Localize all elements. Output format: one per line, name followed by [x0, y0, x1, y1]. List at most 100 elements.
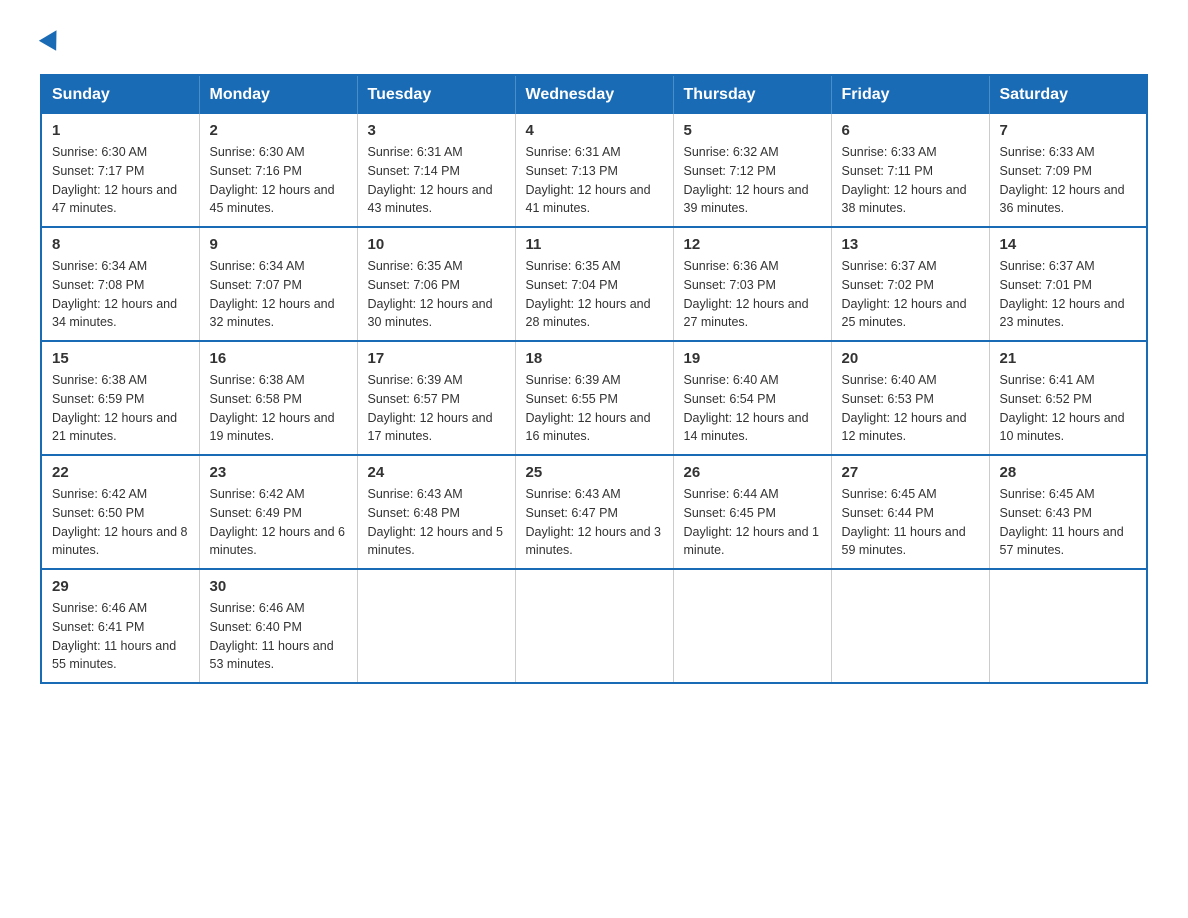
- header-day-sunday: Sunday: [41, 75, 199, 114]
- calendar-day-cell: [831, 569, 989, 683]
- day-number: 12: [684, 236, 821, 253]
- calendar-day-cell: 3 Sunrise: 6:31 AMSunset: 7:14 PMDayligh…: [357, 114, 515, 227]
- day-info: Sunrise: 6:33 AMSunset: 7:11 PMDaylight:…: [842, 145, 967, 215]
- day-number: 7: [1000, 122, 1137, 139]
- calendar-day-cell: [515, 569, 673, 683]
- calendar-day-cell: 22 Sunrise: 6:42 AMSunset: 6:50 PMDaylig…: [41, 455, 199, 569]
- calendar-day-cell: 30 Sunrise: 6:46 AMSunset: 6:40 PMDaylig…: [199, 569, 357, 683]
- day-number: 28: [1000, 464, 1137, 481]
- day-info: Sunrise: 6:38 AMSunset: 6:58 PMDaylight:…: [210, 373, 335, 443]
- day-info: Sunrise: 6:43 AMSunset: 6:48 PMDaylight:…: [368, 487, 504, 557]
- day-info: Sunrise: 6:34 AMSunset: 7:08 PMDaylight:…: [52, 259, 177, 329]
- header-day-saturday: Saturday: [989, 75, 1147, 114]
- day-info: Sunrise: 6:43 AMSunset: 6:47 PMDaylight:…: [526, 487, 662, 557]
- day-number: 16: [210, 350, 347, 367]
- day-number: 5: [684, 122, 821, 139]
- day-info: Sunrise: 6:42 AMSunset: 6:50 PMDaylight:…: [52, 487, 188, 557]
- calendar-day-cell: 27 Sunrise: 6:45 AMSunset: 6:44 PMDaylig…: [831, 455, 989, 569]
- day-info: Sunrise: 6:45 AMSunset: 6:43 PMDaylight:…: [1000, 487, 1124, 557]
- calendar-day-cell: 2 Sunrise: 6:30 AMSunset: 7:16 PMDayligh…: [199, 114, 357, 227]
- calendar-day-cell: 14 Sunrise: 6:37 AMSunset: 7:01 PMDaylig…: [989, 227, 1147, 341]
- day-info: Sunrise: 6:46 AMSunset: 6:41 PMDaylight:…: [52, 601, 176, 671]
- calendar-body: 1 Sunrise: 6:30 AMSunset: 7:17 PMDayligh…: [41, 114, 1147, 683]
- calendar-day-cell: 9 Sunrise: 6:34 AMSunset: 7:07 PMDayligh…: [199, 227, 357, 341]
- day-info: Sunrise: 6:44 AMSunset: 6:45 PMDaylight:…: [684, 487, 820, 557]
- day-number: 29: [52, 578, 189, 595]
- calendar-day-cell: 16 Sunrise: 6:38 AMSunset: 6:58 PMDaylig…: [199, 341, 357, 455]
- calendar-day-cell: 26 Sunrise: 6:44 AMSunset: 6:45 PMDaylig…: [673, 455, 831, 569]
- day-number: 4: [526, 122, 663, 139]
- day-info: Sunrise: 6:40 AMSunset: 6:54 PMDaylight:…: [684, 373, 809, 443]
- day-info: Sunrise: 6:31 AMSunset: 7:13 PMDaylight:…: [526, 145, 651, 215]
- day-number: 17: [368, 350, 505, 367]
- day-number: 10: [368, 236, 505, 253]
- calendar-day-cell: 1 Sunrise: 6:30 AMSunset: 7:17 PMDayligh…: [41, 114, 199, 227]
- day-number: 24: [368, 464, 505, 481]
- day-number: 6: [842, 122, 979, 139]
- calendar-day-cell: 15 Sunrise: 6:38 AMSunset: 6:59 PMDaylig…: [41, 341, 199, 455]
- calendar-week-row: 22 Sunrise: 6:42 AMSunset: 6:50 PMDaylig…: [41, 455, 1147, 569]
- day-info: Sunrise: 6:30 AMSunset: 7:17 PMDaylight:…: [52, 145, 177, 215]
- calendar-day-cell: 20 Sunrise: 6:40 AMSunset: 6:53 PMDaylig…: [831, 341, 989, 455]
- calendar-day-cell: 18 Sunrise: 6:39 AMSunset: 6:55 PMDaylig…: [515, 341, 673, 455]
- calendar-day-cell: 11 Sunrise: 6:35 AMSunset: 7:04 PMDaylig…: [515, 227, 673, 341]
- calendar-day-cell: 25 Sunrise: 6:43 AMSunset: 6:47 PMDaylig…: [515, 455, 673, 569]
- day-number: 3: [368, 122, 505, 139]
- calendar-day-cell: 8 Sunrise: 6:34 AMSunset: 7:08 PMDayligh…: [41, 227, 199, 341]
- calendar-day-cell: 7 Sunrise: 6:33 AMSunset: 7:09 PMDayligh…: [989, 114, 1147, 227]
- calendar-table: SundayMondayTuesdayWednesdayThursdayFrid…: [40, 74, 1148, 684]
- day-number: 14: [1000, 236, 1137, 253]
- day-info: Sunrise: 6:39 AMSunset: 6:55 PMDaylight:…: [526, 373, 651, 443]
- calendar-header: SundayMondayTuesdayWednesdayThursdayFrid…: [41, 75, 1147, 114]
- day-number: 11: [526, 236, 663, 253]
- day-number: 2: [210, 122, 347, 139]
- calendar-week-row: 29 Sunrise: 6:46 AMSunset: 6:41 PMDaylig…: [41, 569, 1147, 683]
- calendar-day-cell: 5 Sunrise: 6:32 AMSunset: 7:12 PMDayligh…: [673, 114, 831, 227]
- header-day-thursday: Thursday: [673, 75, 831, 114]
- calendar-day-cell: 28 Sunrise: 6:45 AMSunset: 6:43 PMDaylig…: [989, 455, 1147, 569]
- day-info: Sunrise: 6:42 AMSunset: 6:49 PMDaylight:…: [210, 487, 346, 557]
- calendar-day-cell: [673, 569, 831, 683]
- calendar-day-cell: [989, 569, 1147, 683]
- day-info: Sunrise: 6:30 AMSunset: 7:16 PMDaylight:…: [210, 145, 335, 215]
- day-number: 1: [52, 122, 189, 139]
- day-info: Sunrise: 6:35 AMSunset: 7:04 PMDaylight:…: [526, 259, 651, 329]
- calendar-day-cell: 10 Sunrise: 6:35 AMSunset: 7:06 PMDaylig…: [357, 227, 515, 341]
- day-info: Sunrise: 6:40 AMSunset: 6:53 PMDaylight:…: [842, 373, 967, 443]
- day-info: Sunrise: 6:32 AMSunset: 7:12 PMDaylight:…: [684, 145, 809, 215]
- day-number: 20: [842, 350, 979, 367]
- day-info: Sunrise: 6:31 AMSunset: 7:14 PMDaylight:…: [368, 145, 493, 215]
- logo-triangle-icon: [39, 25, 65, 51]
- day-info: Sunrise: 6:36 AMSunset: 7:03 PMDaylight:…: [684, 259, 809, 329]
- calendar-day-cell: [357, 569, 515, 683]
- day-info: Sunrise: 6:37 AMSunset: 7:01 PMDaylight:…: [1000, 259, 1125, 329]
- day-number: 26: [684, 464, 821, 481]
- calendar-day-cell: 29 Sunrise: 6:46 AMSunset: 6:41 PMDaylig…: [41, 569, 199, 683]
- header-day-wednesday: Wednesday: [515, 75, 673, 114]
- day-number: 9: [210, 236, 347, 253]
- day-info: Sunrise: 6:35 AMSunset: 7:06 PMDaylight:…: [368, 259, 493, 329]
- calendar-week-row: 1 Sunrise: 6:30 AMSunset: 7:17 PMDayligh…: [41, 114, 1147, 227]
- logo: [40, 30, 62, 54]
- day-number: 19: [684, 350, 821, 367]
- day-number: 23: [210, 464, 347, 481]
- day-info: Sunrise: 6:45 AMSunset: 6:44 PMDaylight:…: [842, 487, 966, 557]
- header-day-monday: Monday: [199, 75, 357, 114]
- day-number: 22: [52, 464, 189, 481]
- day-info: Sunrise: 6:38 AMSunset: 6:59 PMDaylight:…: [52, 373, 177, 443]
- day-info: Sunrise: 6:33 AMSunset: 7:09 PMDaylight:…: [1000, 145, 1125, 215]
- calendar-day-cell: 21 Sunrise: 6:41 AMSunset: 6:52 PMDaylig…: [989, 341, 1147, 455]
- header-day-friday: Friday: [831, 75, 989, 114]
- calendar-day-cell: 13 Sunrise: 6:37 AMSunset: 7:02 PMDaylig…: [831, 227, 989, 341]
- day-info: Sunrise: 6:39 AMSunset: 6:57 PMDaylight:…: [368, 373, 493, 443]
- calendar-day-cell: 23 Sunrise: 6:42 AMSunset: 6:49 PMDaylig…: [199, 455, 357, 569]
- calendar-day-cell: 17 Sunrise: 6:39 AMSunset: 6:57 PMDaylig…: [357, 341, 515, 455]
- day-info: Sunrise: 6:46 AMSunset: 6:40 PMDaylight:…: [210, 601, 334, 671]
- day-number: 21: [1000, 350, 1137, 367]
- day-info: Sunrise: 6:37 AMSunset: 7:02 PMDaylight:…: [842, 259, 967, 329]
- day-info: Sunrise: 6:34 AMSunset: 7:07 PMDaylight:…: [210, 259, 335, 329]
- header-day-tuesday: Tuesday: [357, 75, 515, 114]
- day-number: 8: [52, 236, 189, 253]
- calendar-day-cell: 12 Sunrise: 6:36 AMSunset: 7:03 PMDaylig…: [673, 227, 831, 341]
- page-header: [40, 30, 1148, 54]
